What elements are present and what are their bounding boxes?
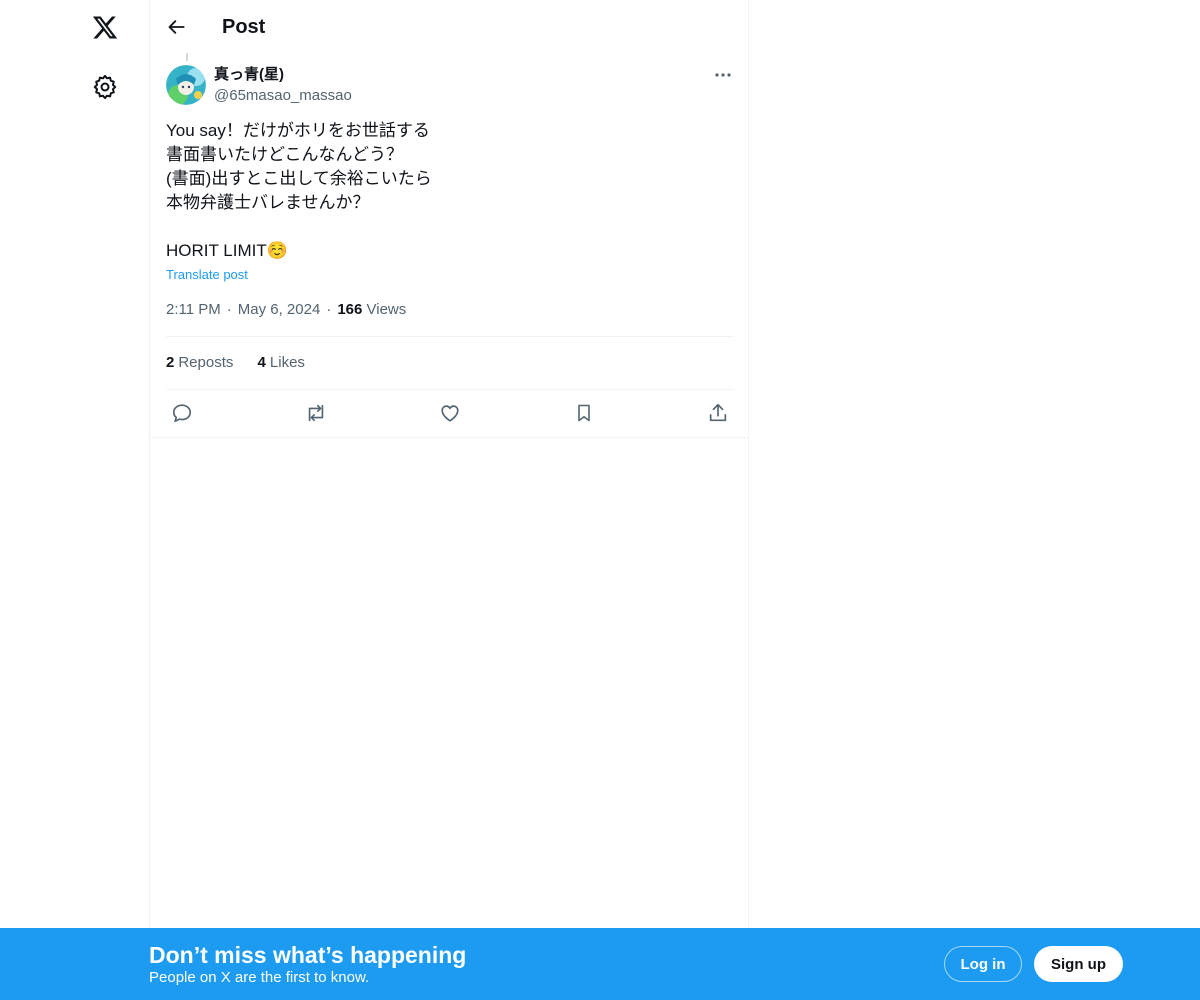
- more-button[interactable]: [710, 64, 736, 86]
- views-label: Views: [366, 301, 407, 318]
- post-meta: 2:11 PM · May 6, 2024 · 166 Views: [166, 300, 406, 320]
- page-title: Post: [222, 16, 266, 38]
- reply-button[interactable]: [170, 401, 194, 425]
- back-button[interactable]: [164, 14, 190, 40]
- reposts-label: Reposts: [178, 354, 234, 371]
- post-text-line: 本物弁護士バレませんか？: [166, 193, 370, 212]
- meta-separator: ·: [226, 301, 232, 318]
- arrow-left-icon: [168, 20, 185, 34]
- translate-post-link[interactable]: Translate post: [166, 266, 248, 284]
- post-stats: 2 Reposts 4 Likes: [166, 353, 325, 373]
- meta-separator: ·: [326, 301, 332, 318]
- banner-subtitle: People on X are the first to know.: [149, 969, 370, 986]
- divider: [150, 437, 749, 438]
- main-column: Post 真っ青(星) @65masao_massao You say！だけがホ…: [149, 0, 749, 1000]
- likes-label: Likes: [269, 354, 305, 371]
- bookmark-icon: [578, 404, 590, 422]
- like-button[interactable]: [438, 401, 462, 425]
- divider: [166, 336, 734, 337]
- post-date[interactable]: May 6, 2024: [238, 301, 321, 318]
- thread-connector: [186, 53, 188, 61]
- signup-button[interactable]: Sign up: [1034, 946, 1123, 982]
- post-text-line: (書面)出すとこ出して余裕こいたら: [166, 169, 432, 188]
- left-nav: [0, 0, 150, 1000]
- post-text-line: HORIT LIMIT☺️: [166, 241, 288, 260]
- repost-icon: [308, 404, 324, 422]
- post-text-line: [166, 215, 726, 239]
- login-button[interactable]: Log in: [944, 946, 1022, 982]
- views-count: 166: [337, 301, 363, 318]
- gear-icon[interactable]: [90, 72, 120, 102]
- heart-icon: [441, 405, 459, 422]
- reply-icon: [172, 404, 192, 423]
- likes-count: 4: [257, 354, 266, 371]
- bookmark-button[interactable]: [572, 401, 596, 425]
- post-text-line: You say！だけがホリをお世話する: [166, 121, 430, 140]
- author-display-name[interactable]: 真っ青(星): [214, 65, 284, 85]
- author-handle[interactable]: @65masao_massao: [214, 86, 352, 106]
- avatar[interactable]: [166, 65, 206, 105]
- share-icon: [709, 403, 727, 422]
- page-header: Post: [150, 0, 749, 53]
- post-text: You say！だけがホリをお世話する 書面書いたけどこんなんどう？ (書面)出…: [166, 119, 726, 263]
- reposts-count: 2: [166, 354, 175, 371]
- share-button[interactable]: [706, 401, 730, 425]
- repost-button[interactable]: [304, 401, 328, 425]
- x-logo-icon[interactable]: [88, 10, 122, 44]
- divider: [166, 389, 734, 390]
- reposts-stat[interactable]: 2 Reposts: [166, 353, 233, 373]
- post-text-line: 書面書いたけどこんなんどう？: [166, 145, 403, 164]
- more-horizontal-icon: [715, 73, 731, 77]
- likes-stat[interactable]: 4 Likes: [258, 353, 305, 373]
- post-time[interactable]: 2:11 PM: [166, 301, 221, 318]
- banner-title: Don’t miss what’s happening: [149, 942, 467, 968]
